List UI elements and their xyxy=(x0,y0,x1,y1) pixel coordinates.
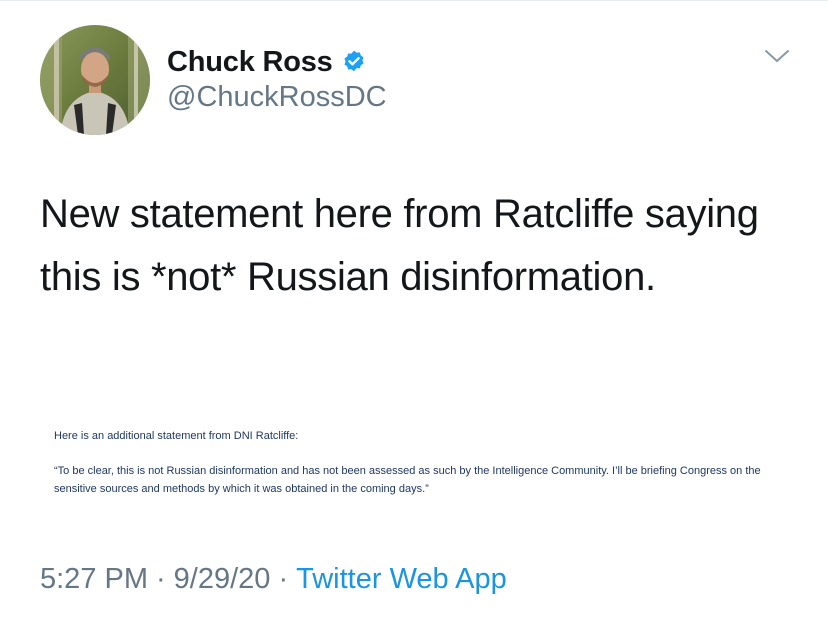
statement-quote: “To be clear, this is not Russian disinf… xyxy=(54,465,761,495)
avatar-photo xyxy=(40,25,150,135)
tweet-text: New statement here from Ratcliffe saying… xyxy=(40,192,759,299)
author-name-row: Chuck Ross xyxy=(167,42,367,82)
attached-statement-image[interactable]: Here is an additional statement from DNI… xyxy=(40,418,800,518)
top-divider xyxy=(0,0,828,1)
tweet-time[interactable]: 5:27 PM xyxy=(40,563,148,596)
author-display-name[interactable]: Chuck Ross xyxy=(167,46,333,79)
tweet-metadata: 5:27 PM · 9/29/20 · Twitter Web App xyxy=(40,559,507,599)
statement-intro: Here is an additional statement from DNI… xyxy=(54,430,299,442)
meta-separator: · xyxy=(278,562,289,595)
meta-separator: · xyxy=(156,562,166,595)
verified-badge-icon xyxy=(341,49,367,75)
avatar[interactable] xyxy=(40,25,150,135)
chevron-down-icon[interactable] xyxy=(763,46,791,66)
author-handle[interactable]: @ChuckRossDC xyxy=(167,81,387,114)
tweet-date[interactable]: 9/29/20 xyxy=(174,563,271,596)
tweet-source-link[interactable]: Twitter Web App xyxy=(296,563,507,596)
